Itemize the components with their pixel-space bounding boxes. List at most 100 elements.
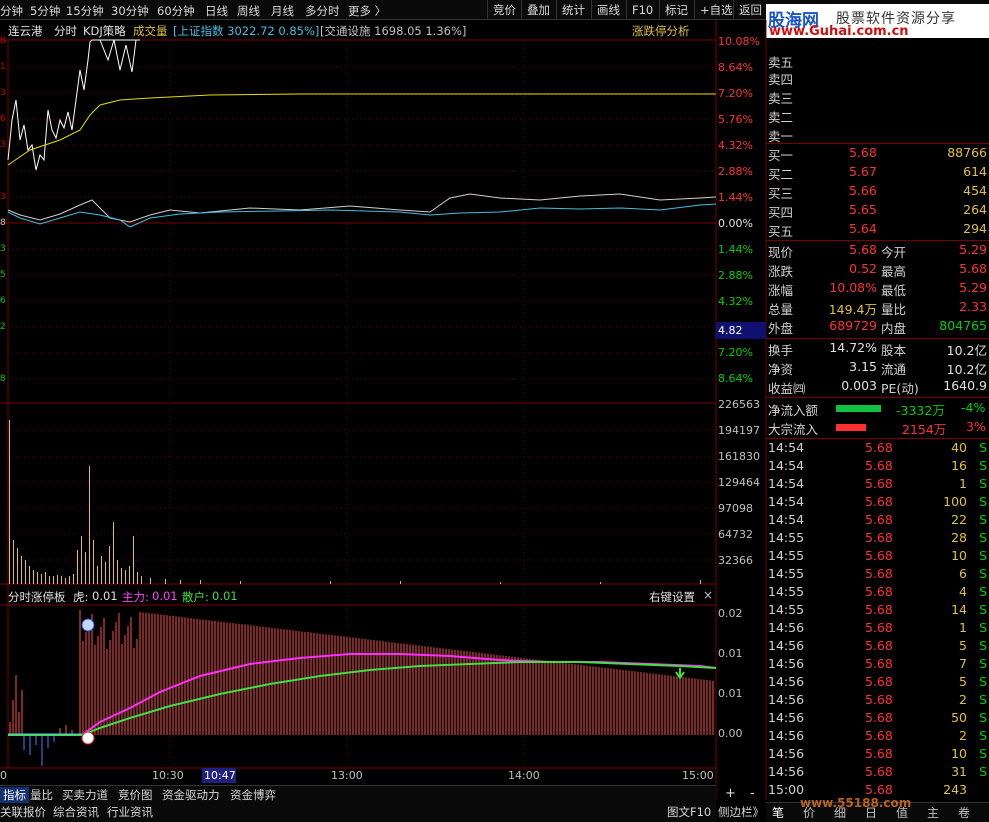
tick-price: 5.68 [865, 782, 893, 797]
net-inflow-pct: -4% [961, 400, 986, 415]
f10-graphic-button[interactable]: 图文F10 [667, 804, 711, 820]
hu-label: 虎: [73, 590, 89, 604]
buy-order-row: 买一 5.68 88766 [768, 145, 989, 164]
buy-order-row: 买二 5.67 614 [768, 164, 989, 183]
net-inflow-value: -3332万 [896, 403, 945, 418]
time-cursor-label: 10:47 [204, 769, 236, 782]
right-click-settings[interactable]: 右键设置 [649, 589, 695, 605]
tick-price: 5.68 [865, 674, 893, 689]
tab-industry-news[interactable]: 行业资讯 [107, 804, 153, 820]
buy-label: 买四 [768, 205, 794, 220]
tab-buy-sell-force[interactable]: 买卖力道 [62, 787, 108, 803]
tick-volume: 31 [951, 764, 967, 779]
sidebar-toggle-button[interactable]: 侧边栏》 [718, 804, 764, 820]
tick-volume: 16 [951, 458, 967, 473]
tab-auction-chart[interactable]: 竞价图 [118, 787, 153, 803]
tick-row: 14:55 5.68 10 S [768, 548, 989, 566]
tick-price: 5.68 [865, 620, 893, 635]
buy-price: 5.64 [849, 221, 877, 236]
tick-volume: 100 [943, 494, 967, 509]
tick-time: 14:56 [768, 746, 805, 761]
tick-side: S [979, 710, 987, 725]
zoom-out-button[interactable]: - [750, 786, 755, 801]
right-tab[interactable]: 主 [927, 804, 939, 821]
tick-side: S [979, 512, 987, 527]
buy-order-row: 买五 5.64 294 [768, 221, 989, 240]
stat-label: 涨跌 [768, 264, 794, 279]
pct-axis-label: 0.00% [718, 217, 753, 230]
tick-row: 14:56 5.68 50 S [768, 710, 989, 728]
right-tab[interactable]: 笔 [772, 804, 784, 821]
left-axis-label: 1 [0, 62, 6, 72]
retail-value: 0.01 [212, 589, 238, 603]
main-force-line [81, 653, 717, 736]
tab-news[interactable]: 综合资讯 [53, 804, 99, 820]
stat-row: 换手 14.72% 股本 10.2亿 [768, 340, 989, 359]
pct-axis-label: 8.64% [718, 372, 753, 385]
tick-side: S [979, 440, 987, 455]
stat-value: 14.72% [829, 340, 877, 355]
tick-volume: 22 [951, 512, 967, 527]
tick-time: 14:55 [768, 584, 805, 599]
stat-value: 10.2亿 [946, 343, 987, 358]
buy-price: 5.66 [849, 183, 877, 198]
tick-time: 14:56 [768, 710, 805, 725]
price-line [7, 39, 140, 171]
pct-axis-label: 2.88% [718, 165, 753, 178]
buy-price: 5.67 [849, 164, 877, 179]
left-axis-label: 3 [0, 88, 6, 98]
tab-related-quotes[interactable]: 关联报价 [0, 804, 46, 820]
pct-axis-label: 4.32% [718, 295, 753, 308]
tick-row: 14:56 5.68 1 S [768, 620, 989, 638]
volume-axis-label: 226563 [718, 398, 760, 411]
stat-value: 5.68 [959, 261, 987, 276]
tick-volume: 5 [959, 638, 967, 653]
left-axis-label: 8 [0, 218, 6, 228]
divider [766, 240, 989, 241]
tick-side: S [979, 656, 987, 671]
tick-row: 14:56 5.68 10 S [768, 746, 989, 764]
tick-volume: 10 [951, 548, 967, 563]
close-icon[interactable]: × [703, 588, 713, 602]
start-marker-icon [81, 618, 95, 632]
tick-volume: 2 [959, 692, 967, 707]
tick-row: 14:55 5.68 28 S [768, 530, 989, 548]
volume-bars [9, 420, 701, 584]
tick-row: 14:56 5.68 5 S [768, 674, 989, 692]
tick-time: 14:54 [768, 440, 805, 455]
stat-row: 收益㈣ 0.003 PE(动) 1640.9 [768, 378, 989, 397]
tab-volume-ratio[interactable]: 量比 [30, 787, 53, 803]
stat-value: 5.29 [959, 242, 987, 257]
tick-time: 14:55 [768, 548, 805, 563]
stat-label: 净资 [768, 362, 794, 377]
tick-time: 14:56 [768, 728, 805, 743]
hu-value: 0.01 [92, 589, 118, 603]
tick-side: S [979, 494, 987, 509]
tab-fund-drive[interactable]: 资金驱动力 [162, 787, 220, 803]
zoom-in-button[interactable]: + [725, 786, 736, 801]
tick-price: 5.68 [865, 710, 893, 725]
stat-label: 最低 [881, 283, 907, 298]
stat-value: 10.08% [829, 280, 877, 295]
buy-volume: 294 [963, 221, 987, 236]
tick-side: S [979, 764, 987, 779]
pct-axis-label: 4.32% [718, 139, 753, 152]
divider [766, 438, 989, 439]
tick-time: 15:00 [768, 782, 805, 797]
tab-fund-game[interactable]: 资金博弈 [230, 787, 276, 803]
right-tab[interactable]: 卷 [958, 804, 970, 821]
buy-price: 5.68 [849, 145, 877, 160]
watermark: www.55188.com [800, 796, 912, 810]
indicator-axis-label: 0.01 [718, 647, 743, 660]
tick-volume: 1 [959, 476, 967, 491]
price-line-top [99, 39, 137, 73]
buy-volume: 264 [963, 202, 987, 217]
indicator-title[interactable]: 分时涨停板 [8, 589, 66, 605]
tab-indicator[interactable]: 指标 [0, 787, 29, 803]
tick-row: 14:56 5.68 7 S [768, 656, 989, 674]
buy-label: 买三 [768, 186, 794, 201]
net-inflow-bar [836, 405, 881, 412]
tick-volume: 40 [951, 440, 967, 455]
tick-time: 14:55 [768, 530, 805, 545]
tick-time: 14:54 [768, 476, 805, 491]
